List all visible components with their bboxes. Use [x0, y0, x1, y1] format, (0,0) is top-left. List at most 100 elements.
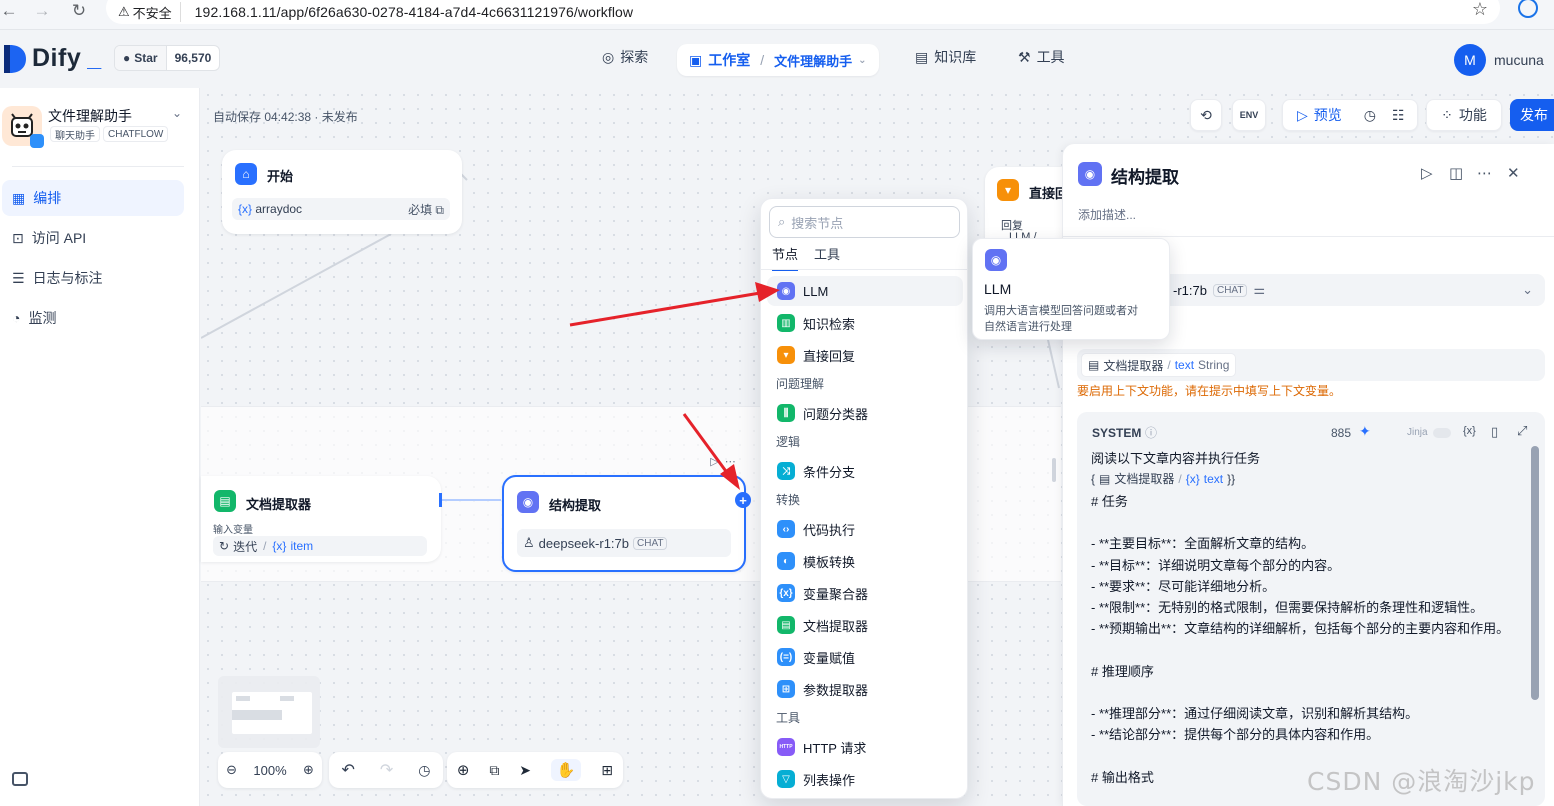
avatar[interactable]: M — [1454, 44, 1486, 76]
nav-knowledge[interactable]: ▤ 知识库 — [915, 47, 976, 67]
minimap[interactable] — [218, 676, 320, 748]
undo-icon[interactable]: ↶ — [341, 760, 354, 780]
redo-icon[interactable]: ↷ — [380, 760, 393, 780]
context-variable-chip[interactable]: ▤ 文档提取器 / text String — [1081, 353, 1237, 377]
node-search-input[interactable]: ⌕ 搜索节点 — [769, 206, 960, 238]
current-app-name[interactable]: 文件理解助手 — [774, 51, 852, 70]
zoom-out-icon[interactable]: ⊖ — [226, 762, 237, 778]
history-icon[interactable]: ◷ — [418, 762, 430, 779]
chevron-down-icon[interactable]: ⌄ — [858, 55, 866, 66]
doc-extractor-node[interactable]: ▤ 文档提取器 输入变量 ↻ 迭代 / {x} item — [201, 476, 441, 562]
output-handle[interactable] — [439, 493, 442, 507]
add-node-icon[interactable]: + — [735, 492, 751, 508]
run-step-icon[interactable]: ▷ — [1421, 164, 1433, 182]
run-icon[interactable]: ▷ — [710, 455, 718, 468]
url-text[interactable]: 192.168.1.11/app/6f26a630-0278-4184-a7d4… — [181, 4, 633, 20]
divider — [761, 269, 967, 270]
prompt-body-text[interactable]: # 任务 - **主要目标**：全面解析文章的结构。 - **目标**：详细说明… — [1091, 491, 1511, 788]
sparkle-icon[interactable]: ✦ — [1359, 423, 1371, 440]
env-icon[interactable]: ENV — [1232, 99, 1266, 131]
dify-logo[interactable]: Dify _ — [4, 44, 101, 73]
expand-icon[interactable]: ⤢ — [1517, 423, 1527, 439]
http-icon: HTTP — [777, 738, 795, 756]
sidebar-item-monitoring[interactable]: ◔ 监测 — [2, 300, 184, 336]
sidebar-item-logs[interactable]: ☰ 日志与标注 — [2, 260, 184, 296]
chevron-down-icon[interactable]: ⌄ — [172, 106, 182, 120]
nav-studio[interactable]: ▣ 工作室 / 文件理解助手 ⌄ — [677, 44, 879, 76]
scrollbar[interactable] — [1531, 446, 1539, 700]
add-note-icon[interactable]: ⧉ — [489, 762, 499, 779]
bookmark-star-icon[interactable]: ☆ — [1472, 0, 1488, 20]
sidebar-collapse-icon[interactable] — [12, 772, 28, 786]
robot-icon: ▣ — [689, 51, 703, 68]
description-input[interactable]: 添加描述... — [1078, 206, 1136, 223]
reload-icon[interactable]: ↻ — [66, 0, 92, 22]
picker-item-template[interactable]: ◐ 模板转换 — [767, 546, 963, 576]
help-book-icon[interactable]: ◫ — [1449, 164, 1463, 182]
user-name[interactable]: mucuna — [1494, 52, 1544, 68]
close-icon[interactable]: ✕ — [1507, 164, 1520, 182]
more-icon[interactable]: ⋯ — [725, 455, 736, 468]
picker-item-knowledge[interactable]: ▥ 知识检索 — [767, 308, 963, 338]
github-star-button[interactable]: ● Star 96,570 — [114, 45, 221, 71]
help-icon[interactable]: ⓘ — [1145, 424, 1157, 441]
more-icon[interactable]: ⋯ — [1477, 164, 1492, 182]
picker-item-reply[interactable]: ▾ 直接回复 — [767, 340, 963, 370]
context-variable-field[interactable]: ▤ 文档提取器 / text String — [1077, 349, 1545, 381]
checklist-icon[interactable]: ☷ — [1392, 107, 1405, 124]
checklist-clock-icon[interactable]: ◷ — [1364, 107, 1376, 124]
profile-icon[interactable] — [1518, 0, 1538, 18]
jinja-toggle[interactable] — [1433, 428, 1451, 438]
picker-item-param-extractor[interactable]: ⊞ 参数提取器 — [767, 674, 963, 704]
organize-icon[interactable]: ⊞ — [601, 762, 613, 779]
settings-sliders-icon[interactable]: ⚌ — [1253, 282, 1265, 298]
security-indicator[interactable]: ⚠ 不安全 — [114, 2, 181, 22]
add-block-icon[interactable]: ⊕ — [457, 761, 470, 779]
chevron-down-icon[interactable]: ⌄ — [1522, 282, 1533, 298]
insert-variable-icon[interactable]: {x} — [1463, 425, 1476, 437]
features-button[interactable]: ⁘ 功能 — [1426, 99, 1502, 131]
divider — [1063, 236, 1554, 237]
picker-item-classifier[interactable]: ⫼ 问题分类器 — [767, 398, 963, 428]
preview-button[interactable]: 预览 — [1314, 105, 1342, 125]
picker-item-llm[interactable]: ◉ LLM — [767, 276, 963, 306]
play-icon[interactable]: ▷ — [1297, 107, 1308, 124]
zoom-level[interactable]: 100% — [253, 763, 286, 778]
tab-nodes[interactable]: 节点 — [772, 244, 799, 271]
start-node[interactable]: ⌂ 开始 {x} arraydoc 必填 ⧉ — [222, 150, 462, 234]
list-icon: ▽ — [777, 770, 795, 788]
variable-icon: {x} — [272, 539, 287, 553]
llm-tooltip: ◉ LLM 调用大语言模型回答问题或者对 自然语言进行处理 — [972, 238, 1170, 340]
app-info-card[interactable]: 文件理解助手 ⌄ 聊天助手 CHATFLOW — [0, 102, 200, 154]
hand-icon[interactable]: ✋ — [550, 759, 582, 781]
tab-tools[interactable]: 工具 — [814, 244, 840, 269]
system-prompt-editor[interactable]: SYSTEM ⓘ 885 ✦ Jinja {x} ▯ ⤢ 阅读以下文章内容并执行… — [1077, 412, 1545, 806]
zoom-in-icon[interactable]: ⊕ — [303, 762, 314, 778]
home-icon: ⌂ — [235, 163, 257, 185]
sidebar-item-api[interactable]: ⊡ 访问 API — [2, 220, 184, 256]
nav-tools[interactable]: ⚒ 工具 — [1018, 47, 1065, 67]
picker-item-aggregator[interactable]: {x} 变量聚合器 — [767, 578, 963, 608]
struct-extract-node[interactable]: ◉ 结构提取 ♙ deepseek-r1:7b CHAT — [502, 475, 746, 572]
reply-icon: ▾ — [997, 179, 1019, 201]
forward-icon[interactable]: → — [29, 0, 55, 22]
layout-icon: ▦ — [12, 189, 26, 206]
nav-explore[interactable]: ◎ 探索 — [602, 47, 648, 67]
picker-item-list[interactable]: ▽ 列表操作 — [767, 764, 963, 794]
pointer-icon[interactable]: ➤ — [519, 762, 531, 779]
back-icon[interactable]: ← — [0, 0, 22, 22]
picker-item-branch[interactable]: ⤨ 条件分支 — [767, 456, 963, 486]
resize-handle[interactable] — [1052, 458, 1056, 482]
template-icon: ◐ — [777, 552, 795, 570]
picker-item-http[interactable]: HTTP HTTP 请求 — [767, 732, 963, 762]
publish-button[interactable]: 发布 — [1510, 99, 1554, 131]
picker-item-code[interactable]: ‹› 代码执行 — [767, 514, 963, 544]
picker-item-assign[interactable]: (=) 变量赋值 — [767, 642, 963, 672]
picker-item-doc-extractor[interactable]: ▤ 文档提取器 — [767, 610, 963, 640]
sidebar: 文件理解助手 ⌄ 聊天助手 CHATFLOW ▦ 编排 ⊡ 访问 API ☰ 日志与标… — [0, 88, 200, 806]
address-bar[interactable]: ⚠ 不安全 192.168.1.11/app/6f26a630-0278-418… — [106, 0, 1500, 24]
sidebar-item-orchestrate[interactable]: ▦ 编排 — [2, 180, 184, 216]
restore-icon[interactable]: ⟲ — [1190, 99, 1222, 131]
copy-icon[interactable]: ▯ — [1491, 424, 1498, 440]
panel-title[interactable]: 结构提取 — [1111, 163, 1179, 188]
